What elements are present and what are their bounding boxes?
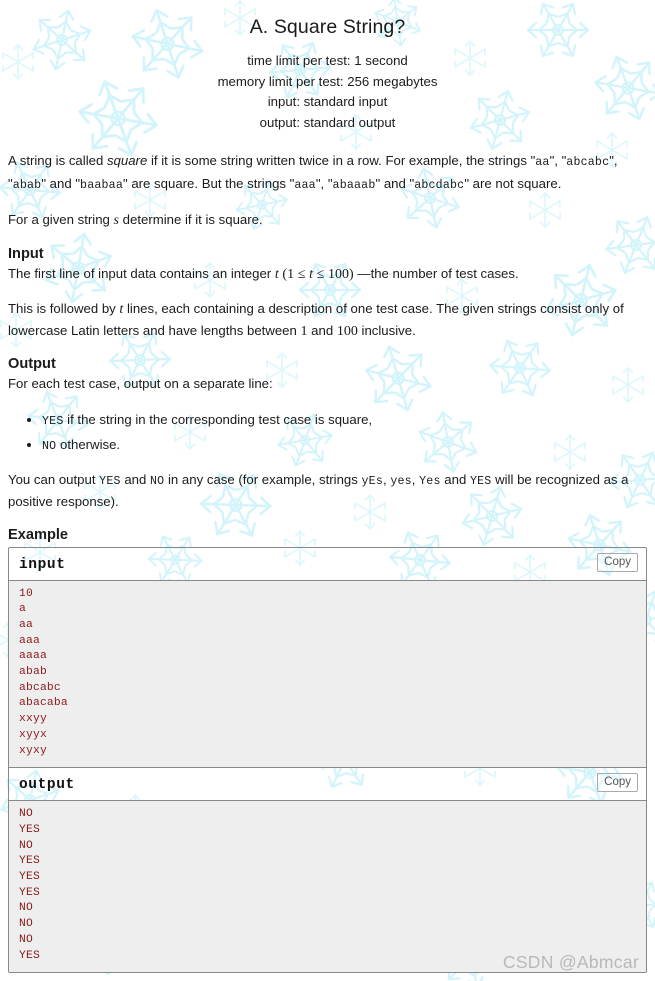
output-text: You can output	[8, 471, 100, 487]
list-item-text: otherwise.	[56, 436, 121, 452]
legend-text: ", "	[549, 153, 567, 168]
example-heading: Example	[8, 526, 69, 543]
code-yes: YES	[99, 474, 121, 488]
list-item: YES if the string in the corresponding t…	[42, 409, 647, 433]
memory-limit-line: memory limit per test: 256 megabytes	[217, 73, 438, 89]
output-title-bar: output Copy	[9, 767, 646, 802]
math-number: 1	[300, 323, 308, 339]
legend-emphasis: square	[106, 153, 148, 168]
legend-text: " are not square.	[464, 175, 562, 191]
problem-page: A. Square String? time limit per test: 1…	[0, 0, 655, 974]
legend-paragraph-1: A string is called square if it is some …	[8, 151, 647, 196]
output-bullet-list: YES if the string in the corresponding t…	[8, 409, 647, 458]
input-paragraph-1: The first line of input data contains an…	[8, 264, 647, 286]
list-item: NO otherwise.	[42, 434, 647, 458]
legend-text: if it is some string written twice in a …	[147, 153, 536, 168]
input-text: inclusive.	[357, 322, 416, 338]
legend-paragraph-2: For a given string s determine if it is …	[8, 210, 647, 232]
input-section-heading: Input	[8, 245, 44, 262]
output-spec-line: output: standard output	[259, 114, 396, 130]
problem-legend: A string is called square if it is some …	[8, 151, 647, 232]
math-leq: ≤	[297, 266, 306, 282]
code-sample: abab	[12, 178, 42, 192]
code-sample: abcabc	[566, 156, 610, 169]
input-specification: Input The first line of input data conta…	[8, 246, 647, 343]
output-note: You can output YES and NO in any case (f…	[8, 470, 647, 513]
example-box: input Copy 10 a aa aaa aaaa abab abcabc …	[8, 546, 647, 974]
legend-text: " are square. But the strings "	[122, 175, 295, 191]
input-title-bar: input Copy	[9, 548, 646, 581]
math-variable-t: t	[274, 266, 279, 282]
legend-text: " and "	[41, 175, 81, 191]
example-input-data: 10 a aa aaa aaaa abab abcabc abacaba xxy…	[9, 580, 646, 768]
input-text: —the number of test cases.	[357, 265, 519, 281]
input-paragraph-2: This is followed by t lines, each contai…	[8, 299, 647, 342]
legend-text: determine if it is square.	[119, 212, 263, 227]
math-number: 100	[328, 266, 350, 282]
code-sample: baabaa	[80, 178, 123, 192]
code-no: NO	[150, 474, 165, 488]
math-paren: )	[349, 266, 354, 282]
code-yes: YES	[42, 414, 64, 428]
input-text: and	[307, 322, 337, 338]
legend-text: A string is called	[8, 153, 107, 168]
example-output-data: NO YES NO YES YES YES NO NO NO YES	[9, 801, 646, 973]
output-text: and	[440, 471, 470, 487]
input-text: The first line of input data contains an…	[8, 265, 275, 281]
math-leq: ≤	[316, 266, 325, 282]
output-specification: Output For each test case, output on a s…	[8, 356, 647, 513]
code-case-variant: yEs	[361, 474, 383, 488]
code-case-variant: yes	[390, 474, 412, 488]
code-case-variant: YES	[469, 474, 492, 488]
input-block-label: input	[19, 556, 66, 573]
problem-header: A. Square String? time limit per test: 1…	[8, 0, 647, 133]
output-text: in any case (for example, strings	[164, 471, 362, 487]
output-block-label: output	[19, 777, 75, 794]
code-sample: aa	[535, 156, 550, 169]
code-no: NO	[42, 439, 57, 453]
code-sample: abaaab	[332, 178, 376, 192]
input-spec-line: input: standard input	[267, 94, 388, 109]
legend-text: For a given string	[8, 212, 114, 227]
legend-text: ", "	[315, 175, 333, 191]
time-limit-line: time limit per test: 1 second	[247, 53, 408, 68]
code-sample: abcdabc	[414, 178, 465, 192]
code-case-variant: Yes	[419, 474, 441, 488]
output-intro: For each test case, output on a separate…	[8, 376, 273, 391]
output-section-heading: Output	[8, 356, 56, 372]
math-number: 100	[336, 323, 358, 339]
csdn-watermark: CSDN @Abmcar	[502, 952, 639, 972]
code-sample: aaa	[294, 178, 316, 192]
output-text: and	[120, 471, 150, 487]
math-number: 1	[287, 266, 295, 282]
copy-input-button[interactable]: Copy	[597, 552, 638, 572]
list-item-text: if the string in the corresponding test …	[63, 411, 373, 427]
math-variable-t: t	[309, 266, 313, 282]
input-text: This is followed by	[8, 301, 120, 316]
sample-tests: Example input Copy 10 a aa aaa aaaa abab…	[8, 527, 647, 974]
page-title: A. Square String?	[249, 16, 406, 38]
copy-output-button[interactable]: Copy	[597, 773, 638, 793]
legend-text: " and "	[375, 175, 415, 191]
